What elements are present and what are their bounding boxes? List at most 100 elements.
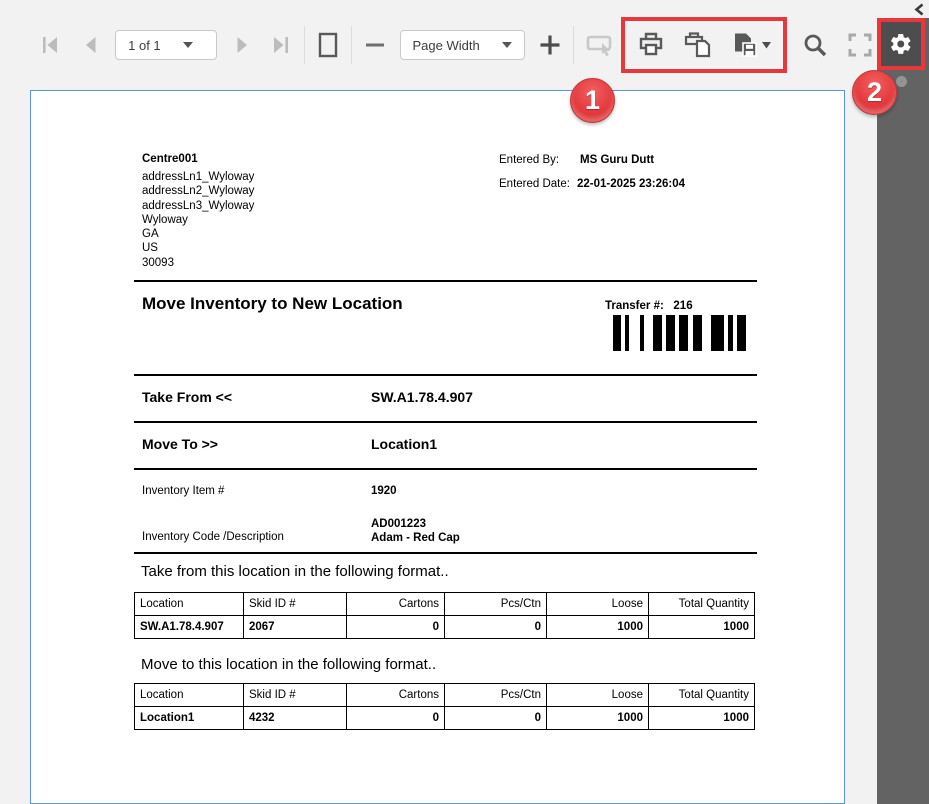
zoom-out-icon <box>365 42 385 48</box>
search-button[interactable] <box>798 29 832 61</box>
previous-page-icon <box>79 34 101 56</box>
move-to-label: Move To >> <box>142 436 218 452</box>
cell-loose: 1000 <box>547 707 649 730</box>
cell-pcs-ctn: 0 <box>445 616 547 639</box>
single-page-view-icon <box>317 32 339 58</box>
panel-collapse-bar[interactable] <box>877 0 929 18</box>
cell-total-quantity: 1000 <box>649 616 755 639</box>
cell-skid-id: 2067 <box>244 616 347 639</box>
zoom-selector[interactable]: Page Width <box>400 30 525 60</box>
entered-date-value: 22-01-2025 23:26:04 <box>577 177 685 191</box>
single-page-view-button[interactable] <box>314 29 342 61</box>
highlight-editing-fields-icon <box>586 33 614 57</box>
table-header-row: Location Skid ID # Cartons Pcs/Ctn Loose… <box>135 684 755 707</box>
inventory-code-label: Inventory Code /Description <box>142 530 284 544</box>
divider <box>134 552 757 554</box>
company-name: Centre001 <box>142 152 198 166</box>
address-line: GA <box>142 227 254 241</box>
take-from-label: Take From << <box>142 389 232 405</box>
toolbar-separator <box>304 26 305 64</box>
col-loose: Loose <box>547 593 649 616</box>
move-section-heading: Move to this location in the following f… <box>141 656 436 673</box>
report-page: Centre001 addressLn1_Wyloway addressLn2_… <box>30 90 845 804</box>
address-line: Wyloway <box>142 213 254 227</box>
col-cartons: Cartons <box>347 684 445 707</box>
viewer-toolbar: 1 of 1 Page Width <box>0 0 877 90</box>
export-to-button[interactable] <box>729 29 773 61</box>
zoom-selector-value: Page Width <box>413 38 480 53</box>
toolbar-separator <box>573 26 574 64</box>
col-total-quantity: Total Quantity <box>649 684 755 707</box>
col-pcs-ctn: Pcs/Ctn <box>445 593 547 616</box>
address-line: addressLn2_Wyloway <box>142 184 254 198</box>
entered-by-value: MS Guru Dutt <box>580 153 654 167</box>
table-row: SW.A1.78.4.907 2067 0 0 1000 1000 <box>135 616 755 639</box>
report-title: Move Inventory to New Location <box>142 294 403 314</box>
cell-location: Location1 <box>135 707 244 730</box>
cell-location: SW.A1.78.4.907 <box>135 616 244 639</box>
col-location: Location <box>135 593 244 616</box>
address-line: addressLn1_Wyloway <box>142 170 254 184</box>
divider <box>134 374 757 376</box>
table-header-row: Location Skid ID # Cartons Pcs/Ctn Loose… <box>135 593 755 616</box>
print-export-group <box>621 17 787 73</box>
transfer-value: 216 <box>673 300 692 312</box>
address-line: addressLn3_Wyloway <box>142 199 254 213</box>
inventory-description-value: Adam - Red Cap <box>371 531 460 545</box>
print-page-button[interactable] <box>681 29 715 61</box>
cell-cartons: 0 <box>347 707 445 730</box>
divider <box>134 468 757 470</box>
move-to-value: Location1 <box>371 436 437 452</box>
print-button[interactable] <box>635 29 667 61</box>
transfer-barcode <box>613 315 746 351</box>
settings-button[interactable] <box>877 18 925 70</box>
address-block: addressLn1_Wyloway addressLn2_Wyloway ad… <box>142 170 254 270</box>
panel-dot-icon[interactable] <box>896 76 907 87</box>
col-cartons: Cartons <box>347 593 445 616</box>
col-pcs-ctn: Pcs/Ctn <box>445 684 547 707</box>
full-screen-button[interactable] <box>843 29 877 61</box>
last-page-icon <box>270 34 292 56</box>
search-icon <box>802 32 828 58</box>
next-page-icon <box>232 34 254 56</box>
col-skid-id: Skid ID # <box>244 684 347 707</box>
previous-page-button[interactable] <box>76 29 104 61</box>
take-from-value: SW.A1.78.4.907 <box>371 389 473 405</box>
settings-gear-icon <box>889 32 913 56</box>
page-selector[interactable]: 1 of 1 <box>115 30 217 60</box>
col-skid-id: Skid ID # <box>244 593 347 616</box>
address-line: US <box>142 241 254 255</box>
table-row: Location1 4232 0 0 1000 1000 <box>135 707 755 730</box>
take-section-heading: Take from this location in the following… <box>141 563 449 580</box>
chevron-down-icon <box>183 42 193 48</box>
highlight-editing-fields-button[interactable] <box>583 29 617 61</box>
first-page-button[interactable] <box>36 29 64 61</box>
zoom-out-button[interactable] <box>361 29 389 61</box>
next-page-button[interactable] <box>229 29 257 61</box>
callout-badge-2: 2 <box>852 70 897 115</box>
cell-total-quantity: 1000 <box>649 707 755 730</box>
divider <box>134 280 757 282</box>
transfer-number: Transfer #: 216 <box>605 299 693 313</box>
cell-loose: 1000 <box>547 616 649 639</box>
address-line: 30093 <box>142 256 254 270</box>
cell-pcs-ctn: 0 <box>445 707 547 730</box>
print-page-icon <box>683 31 713 59</box>
zoom-in-button[interactable] <box>536 29 564 61</box>
export-to-icon <box>730 31 771 59</box>
collapse-panel-icon <box>914 3 924 16</box>
cell-cartons: 0 <box>347 616 445 639</box>
divider <box>134 421 757 423</box>
page-selector-value: 1 of 1 <box>128 38 161 53</box>
col-loose: Loose <box>547 684 649 707</box>
full-screen-icon <box>847 32 873 58</box>
inventory-item-value: 1920 <box>371 484 397 498</box>
first-page-icon <box>39 34 61 56</box>
col-total-quantity: Total Quantity <box>649 593 755 616</box>
toolbar-separator <box>351 26 352 64</box>
entered-by-label: Entered By: <box>499 153 559 167</box>
last-page-button[interactable] <box>267 29 295 61</box>
callout-badge-1: 1 <box>570 78 615 123</box>
right-panel-strip <box>877 0 929 804</box>
move-to-table: Location Skid ID # Cartons Pcs/Ctn Loose… <box>134 683 755 730</box>
